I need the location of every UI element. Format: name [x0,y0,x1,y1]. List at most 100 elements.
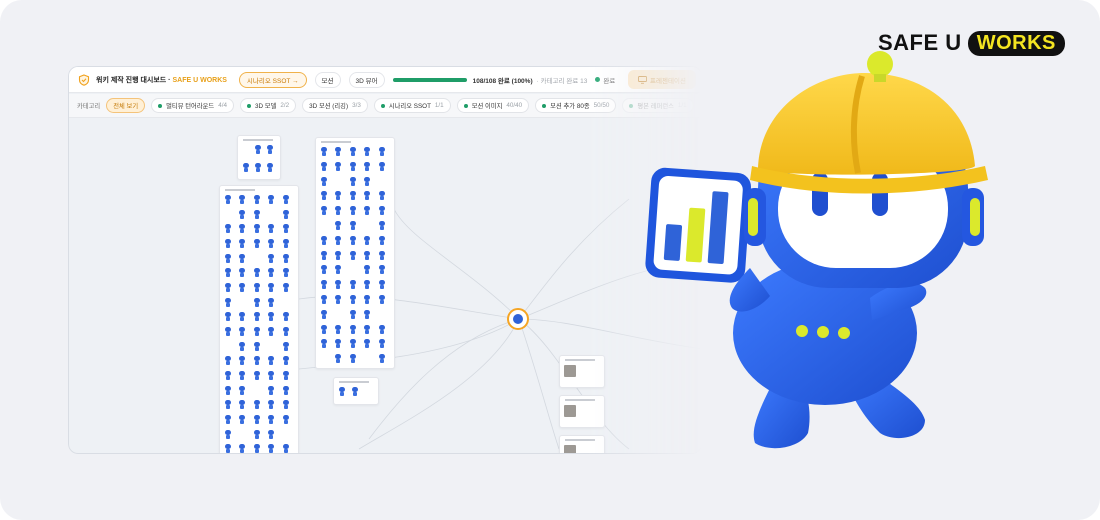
category-motion-image[interactable]: 모션 이미지 40/40 [456,98,530,113]
node-card[interactable] [559,355,605,388]
category-multiview-count: 4/4 [218,102,227,109]
thumbnail-head [378,324,385,330]
progress-note: · 카테고리 완료 13 [536,77,588,85]
thumbnail-body [322,270,326,275]
node-card[interactable] [559,395,605,428]
mascot-thumbnail [238,253,246,263]
mascot-thumbnail [238,283,246,292]
mascot-thumbnail [224,268,232,278]
thumbnail-body [283,214,288,219]
mascot-thumbnail [363,250,371,260]
page-title-text: 워키 제작 진행 대시보드 · [96,76,173,84]
thumbnail-body [240,449,245,453]
mascot-thumbnail [224,415,232,424]
mascot-thumbnail [363,176,371,186]
mascot-thumbnail [253,283,261,292]
thumbnail-body [379,300,384,304]
thumbnail-body [350,240,355,245]
thumbnail-body [322,314,326,319]
category-all[interactable]: 전체 보기 [106,98,146,113]
mascot-thumbnail [349,191,357,201]
motion-button[interactable]: 모션 [314,71,341,88]
node-card[interactable] [333,377,379,405]
scenario-ssot-link[interactable]: 시나리오 SSOT → [238,71,307,88]
thumbnail-body [350,211,355,216]
thumbnail-head [282,341,289,347]
mascot-thumbnail [378,354,386,364]
status-label: 완료 [603,77,616,85]
mascot-thumbnail [282,224,290,234]
node-card[interactable] [559,435,605,453]
thumbnail-body [350,359,355,364]
thumbnail-body [269,244,274,248]
thumbnail-body [283,288,288,292]
thumbnail-body [283,390,288,395]
category-motion-extra[interactable]: 모션 추가 80종 50/50 [535,98,617,113]
mascot-thumbnail [378,191,386,201]
thumbnail-body [322,255,326,260]
node-card[interactable] [315,137,395,369]
thumbnail-body [254,288,259,292]
node-canvas[interactable] [69,119,701,453]
mascot-thumbnail [320,280,328,290]
category-3d-motion-label: 3D 모션 (리깅) [309,103,349,110]
thumbnail-body [365,285,370,290]
thumbnail-body [283,376,288,380]
mascot-thumbnail [253,297,261,307]
mascot-thumbnail [349,354,357,364]
mascot-thumbnail [320,147,328,156]
category-3d-model-label: 3D 모델 [255,103,277,110]
thumbnail-body [365,196,370,201]
mascot-thumbnail [349,235,357,245]
thumbnail-body [365,329,370,334]
thumbnail-body [365,181,370,186]
hero-frame: SAFE U WORKS 워키 제작 진행 대시보드 · SAFE U WORK… [0,0,1100,520]
thumbnail-body [226,258,230,263]
thumbnail-body [365,211,370,216]
thumbnail-body [283,258,288,263]
thumbnail-body [269,434,274,439]
mascot-thumbnail [378,295,386,304]
category-3d-motion[interactable]: 3D 모션 (리깅) 3/3 [302,98,368,113]
mascot-thumbnail [320,265,328,275]
mascot-thumbnail [363,265,371,275]
thumbnail-head [243,162,249,168]
category-scenario-ssot[interactable]: 시나리오 SSOT 1/1 [373,98,451,113]
3d-viewer-button[interactable]: 3D 뷰어 [348,71,385,88]
mascot-thumbnail [363,191,371,201]
mascot-thumbnail [238,400,246,410]
thumbnail-head [225,385,231,391]
mascot-hub-icon[interactable] [507,308,529,330]
mascot-thumbnail [349,280,357,290]
thumbnail-head [335,324,342,330]
thumbnail-head [239,341,246,347]
thumbnail-body [322,196,326,201]
thumbnail-body [240,273,245,278]
thumbnail-body [254,200,259,204]
mascot-illustration [645,51,988,449]
thumbnail-body [336,300,341,304]
mascot-thumbnail [334,265,342,275]
thumbnail-body [226,376,230,380]
mascot-thumbnail [253,356,261,366]
mascot-thumbnail [334,161,342,171]
mascot-thumbnail [282,195,290,204]
mascot-thumbnail [238,327,246,336]
category-multiview[interactable]: 멀티뷰 턴어라운드 4/4 [151,98,234,113]
thumbnail-body [226,244,230,248]
mascot-thumbnail [253,400,261,410]
thumbnail-body [226,229,230,234]
thumbnail-body [336,270,341,275]
mascot-thumbnail [267,429,275,439]
category-3d-model[interactable]: 3D 모델 2/2 [240,98,297,113]
mascot-thumbnail [334,295,342,304]
mascot-thumbnail [282,268,290,278]
thumbnail-head [349,176,356,182]
mascot-thumbnail [238,224,246,234]
thumbnail-head [378,250,385,256]
thumbnail-head [349,324,356,330]
node-card[interactable] [237,135,281,180]
thumbnail-body [254,346,259,351]
thumbnail-body [240,361,245,366]
node-card[interactable] [219,185,299,453]
